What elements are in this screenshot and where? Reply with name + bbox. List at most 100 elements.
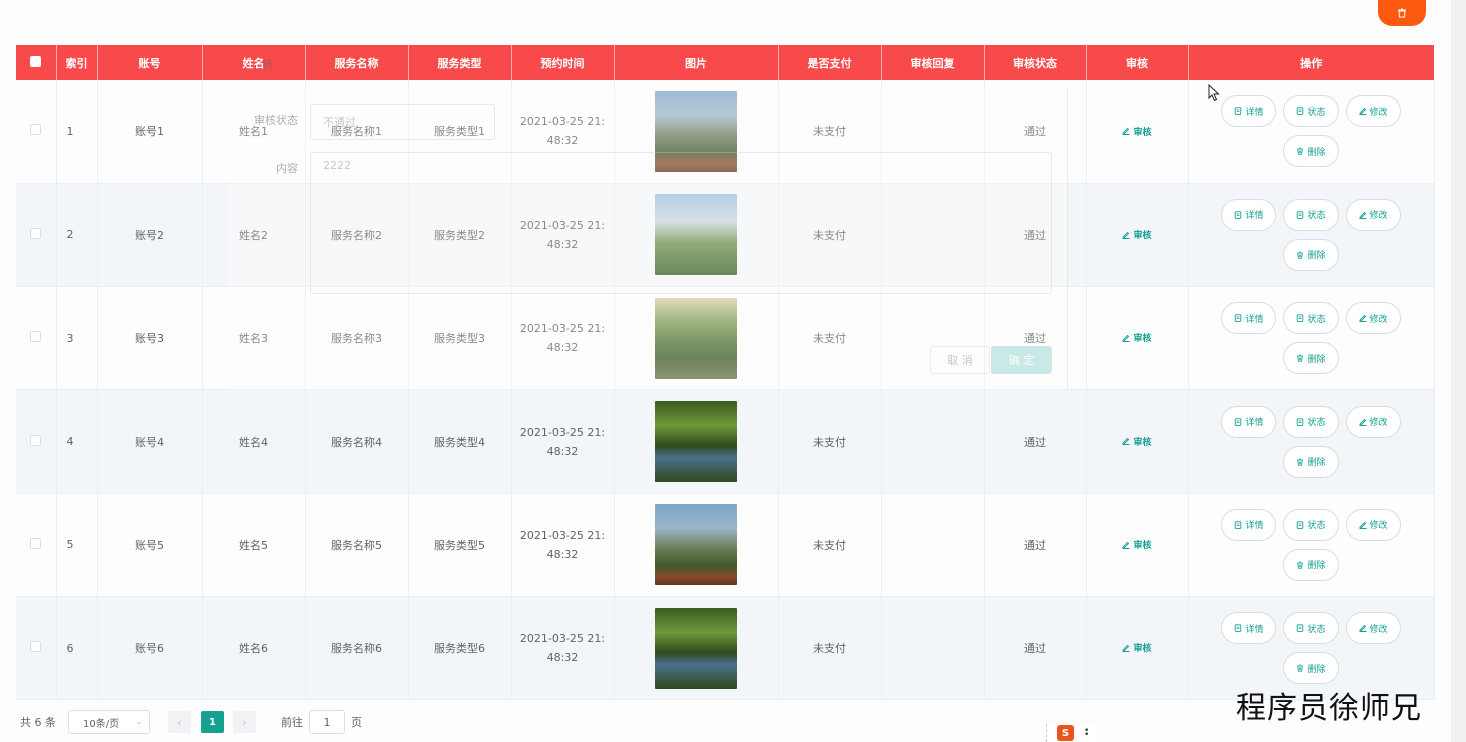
- trash-icon: [1297, 561, 1304, 569]
- detail-button[interactable]: 详情: [1221, 612, 1277, 645]
- audit-button[interactable]: 审核: [1122, 125, 1152, 138]
- row-checkbox[interactable]: [16, 596, 57, 701]
- pagination: 共 6 条 10条/页 ⌄ ‹ 1 › 前往 1 页: [20, 710, 362, 734]
- col-service-type: 服务类型: [408, 45, 512, 80]
- state-button[interactable]: 状态: [1283, 198, 1339, 231]
- cell-paid: 未支付: [778, 286, 882, 391]
- cell-actions: 详情 状态 修改删除: [1188, 183, 1435, 288]
- trash-icon: [1297, 354, 1304, 362]
- state-label: 状态: [1307, 624, 1326, 635]
- tray-more-icon[interactable]: • •: [1084, 727, 1089, 740]
- cell-audit-status: 通过: [984, 389, 1087, 494]
- service-image[interactable]: [655, 297, 737, 379]
- audit-button[interactable]: 审核: [1122, 331, 1152, 345]
- detail-button[interactable]: 详情: [1221, 508, 1277, 541]
- row-checkbox[interactable]: [16, 80, 57, 184]
- cell-audit: 审核: [1086, 596, 1189, 701]
- edit-button[interactable]: 修改: [1345, 405, 1401, 438]
- edit-label: 修改: [1369, 314, 1388, 325]
- col-actions: 操作: [1188, 45, 1434, 80]
- cell-booking-time: 2021-03-25 21:48:32: [511, 183, 615, 288]
- document-icon: [1235, 417, 1242, 426]
- row-checkbox[interactable]: [16, 183, 57, 288]
- edit-button[interactable]: 修改: [1345, 612, 1401, 645]
- pencil-icon: [1122, 644, 1130, 652]
- col-booking-time: 预约时间: [511, 45, 615, 80]
- service-image[interactable]: [655, 607, 737, 689]
- state-button[interactable]: 状态: [1283, 95, 1339, 128]
- state-button[interactable]: 状态: [1283, 508, 1339, 541]
- trash-icon: [1297, 147, 1304, 155]
- goto-page-input[interactable]: 1: [309, 710, 345, 734]
- cell-audit-reply: [881, 389, 985, 494]
- state-button[interactable]: 状态: [1283, 302, 1339, 335]
- trash-icon: [1297, 251, 1304, 259]
- document-icon: [1297, 314, 1304, 323]
- audit-button[interactable]: 审核: [1122, 538, 1152, 551]
- pencil-icon: [1359, 521, 1366, 529]
- col-service-name: 服务名称: [305, 45, 409, 80]
- detail-label: 详情: [1245, 107, 1264, 118]
- delete-label: 删除: [1307, 354, 1326, 365]
- cell-paid: 未支付: [778, 80, 882, 184]
- detail-button[interactable]: 详情: [1221, 198, 1277, 231]
- delete-button[interactable]: 删除: [1283, 238, 1339, 271]
- booking-time-text: 2021-03-25 21:48:32: [519, 632, 606, 665]
- detail-button[interactable]: 详情: [1221, 405, 1277, 438]
- edit-label: 修改: [1369, 211, 1388, 222]
- service-image[interactable]: [655, 194, 737, 276]
- service-image[interactable]: [655, 401, 737, 483]
- audit-button[interactable]: 审核: [1122, 228, 1152, 241]
- cell-audit-status: 通过: [984, 493, 1087, 597]
- page-scrollbar[interactable]: [1451, 0, 1466, 742]
- delete-button[interactable]: 删除: [1283, 135, 1339, 168]
- delete-button[interactable]: 删除: [1283, 652, 1339, 685]
- delete-button[interactable]: 删除: [1283, 342, 1339, 375]
- cell-audit-status: 通过: [984, 80, 1087, 184]
- audit-button[interactable]: 审核: [1122, 435, 1152, 448]
- cell-paid: 未支付: [778, 389, 882, 494]
- row-checkbox[interactable]: [16, 493, 57, 597]
- cell-service-name: 服务名称1: [305, 80, 409, 184]
- edit-button[interactable]: 修改: [1345, 198, 1401, 231]
- pencil-icon: [1122, 541, 1130, 549]
- row-checkbox[interactable]: [16, 389, 57, 494]
- audit-button[interactable]: 审核: [1122, 641, 1152, 654]
- next-page-button[interactable]: ›: [233, 711, 256, 733]
- audit-label: 审核: [1133, 334, 1152, 345]
- cell-booking-time: 2021-03-25 21:48:32: [511, 493, 615, 597]
- state-button[interactable]: 状态: [1283, 405, 1339, 438]
- service-image[interactable]: [655, 504, 737, 586]
- app-logo-icon[interactable]: S: [1057, 725, 1074, 741]
- delete-button[interactable]: 删除: [1283, 548, 1339, 581]
- select-all-checkbox[interactable]: [16, 45, 57, 80]
- col-paid: 是否支付: [778, 45, 882, 80]
- col-name: 姓名: [202, 45, 306, 80]
- cell-audit-status: 通过: [984, 183, 1087, 288]
- detail-button[interactable]: 详情: [1221, 95, 1277, 128]
- document-icon: [1297, 417, 1304, 426]
- edit-label: 修改: [1369, 624, 1388, 635]
- edit-button[interactable]: 修改: [1345, 95, 1401, 128]
- cell-audit: 审核: [1086, 80, 1189, 184]
- delete-label: 删除: [1307, 561, 1326, 572]
- detail-button[interactable]: 详情: [1221, 302, 1277, 335]
- edit-button[interactable]: 修改: [1345, 508, 1401, 541]
- service-image[interactable]: [655, 90, 737, 172]
- edit-label: 修改: [1369, 418, 1388, 429]
- mouse-cursor-icon: [1208, 84, 1220, 102]
- edit-button[interactable]: 修改: [1345, 302, 1401, 335]
- cell-image: [614, 80, 779, 184]
- cell-service-type: 服务类型6: [408, 596, 512, 701]
- row-checkbox[interactable]: [16, 286, 57, 391]
- batch-delete-button[interactable]: [1378, 0, 1426, 26]
- state-button[interactable]: 状态: [1283, 612, 1339, 645]
- booking-time-text: 2021-03-25 21:48:32: [519, 115, 606, 148]
- goto-label: 前往: [281, 716, 303, 729]
- page-number-current[interactable]: 1: [201, 711, 224, 733]
- cell-paid: 未支付: [778, 183, 882, 288]
- page-size-select[interactable]: 10条/页 ⌄: [68, 710, 150, 734]
- delete-button[interactable]: 删除: [1283, 445, 1339, 478]
- booking-time-text: 2021-03-25 21:48:32: [519, 218, 606, 251]
- prev-page-button[interactable]: ‹: [168, 711, 191, 733]
